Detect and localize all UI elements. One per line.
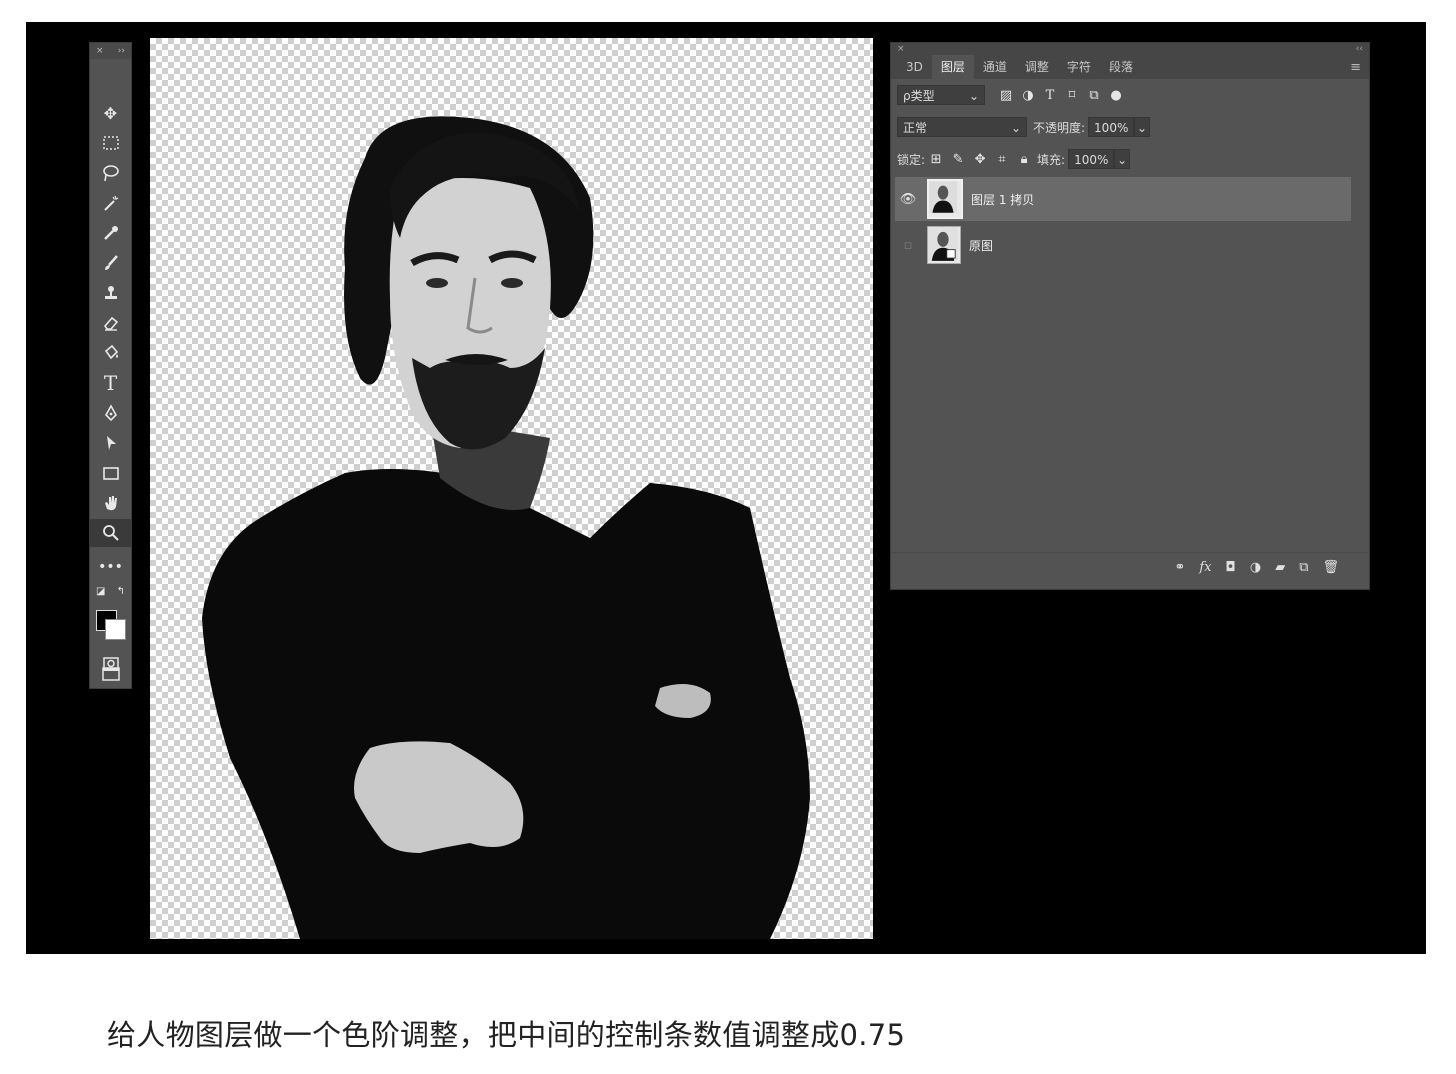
visibility-eye-icon[interactable]: 👁︎ <box>895 192 921 207</box>
layer-row[interactable]: ▫ 原图 <box>895 223 1351 267</box>
adjustment-icon[interactable]: ◑ <box>1250 560 1261 575</box>
filter-kind-label: ρ类型 <box>903 89 935 103</box>
opacity-label: 不透明度: <box>1033 120 1086 135</box>
eraser-icon[interactable] <box>90 309 131 337</box>
tab-3d[interactable]: 3D <box>897 55 932 79</box>
shape-filter-icon[interactable]: ⌑ <box>1061 88 1083 103</box>
tools-panel: × ›› ✥ T ••• ◪ ↰ <box>89 42 132 689</box>
visibility-hidden-icon[interactable]: ▫ <box>895 238 921 253</box>
tools-panel-header: × ›› <box>90 43 131 59</box>
more-icon[interactable]: ••• <box>90 553 131 581</box>
chevron-down-icon: ⌄ <box>968 89 979 103</box>
new-layer-icon[interactable]: ⧉ <box>1299 560 1308 575</box>
fill-field[interactable]: 100% <box>1068 149 1115 169</box>
eyedropper-icon[interactable] <box>90 219 131 247</box>
document-canvas[interactable] <box>150 38 873 939</box>
stamp-icon[interactable] <box>90 279 131 307</box>
photoshop-screenshot: × ›› ✥ T ••• ◪ ↰ × ‹‹ 3D 图层 通道 调整 字符 段落 … <box>26 22 1426 954</box>
layer-thumbnail <box>927 179 963 219</box>
layers-panel-header: × ‹‹ <box>891 43 1369 55</box>
image-filter-icon[interactable]: ▨ <box>995 88 1017 103</box>
type-filter-icon[interactable]: T <box>1039 88 1061 103</box>
layer-name[interactable]: 原图 <box>969 237 993 254</box>
filter-kind-select[interactable]: ρ类型 ⌄ <box>897 85 985 105</box>
panel-menu-icon[interactable]: ≡ <box>1350 60 1361 75</box>
lock-label: 锁定: <box>897 152 926 167</box>
lock-transparent-icon[interactable]: ⊞ <box>925 152 947 167</box>
move-icon[interactable]: ✥ <box>90 99 131 127</box>
swap-colors-icon[interactable]: ◪ ↰ <box>90 583 131 599</box>
tab-channels[interactable]: 通道 <box>974 55 1016 79</box>
folder-icon[interactable]: ▰ <box>1275 560 1285 575</box>
caption-text: 给人物图层做一个色阶调整，把中间的控制条数值调整成0.75 <box>107 1018 906 1052</box>
layer-name[interactable]: 图层 1 拷贝 <box>971 191 1034 208</box>
tab-paragraph[interactable]: 段落 <box>1100 55 1142 79</box>
opacity-dropdown-icon[interactable]: ⌄ <box>1134 117 1151 137</box>
lock-all-icon[interactable]: 🔒︎ <box>1013 152 1035 167</box>
lock-position-icon[interactable]: ✥ <box>969 152 991 167</box>
blend-row: 正常 ⌄ 不透明度: 100% ⌄ <box>891 111 1369 143</box>
link-icon[interactable]: ⚭ <box>1174 560 1185 575</box>
rectangle-icon[interactable] <box>90 459 131 487</box>
portrait-image <box>202 116 810 939</box>
magic-wand-icon[interactable] <box>90 189 131 217</box>
filter-row: ρ类型 ⌄ ▨ ◑ T ⌑ ⧉ ● <box>891 79 1369 111</box>
tools-close-button[interactable]: × <box>96 46 104 56</box>
trash-icon[interactable]: 🗑︎ <box>1322 560 1339 575</box>
lasso-icon[interactable] <box>90 159 131 187</box>
layers-footer: ⚭ fx ◘ ◑ ▰ ⧉ 🗑︎ <box>891 552 1369 581</box>
fill-dropdown-icon[interactable]: ⌄ <box>1114 149 1131 169</box>
layers-collapse-button[interactable]: ‹‹ <box>1356 44 1363 54</box>
opacity-field[interactable]: 100% <box>1088 117 1135 137</box>
brush-icon[interactable] <box>90 249 131 277</box>
fx-icon[interactable]: fx <box>1199 560 1211 575</box>
tab-adjustments[interactable]: 调整 <box>1016 55 1058 79</box>
type-icon[interactable]: T <box>90 369 131 397</box>
filter-toggle-icon[interactable]: ● <box>1105 88 1127 103</box>
paint-bucket-icon[interactable] <box>90 339 131 367</box>
marquee-icon[interactable] <box>90 129 131 157</box>
layer-thumbnail <box>927 226 961 264</box>
zoom-icon[interactable] <box>90 519 131 547</box>
lock-artboard-icon[interactable]: ⌗ <box>991 152 1013 167</box>
screen-mode-icon-2[interactable] <box>89 660 132 688</box>
lock-row: 锁定: ⊞ ✎ ✥ ⌗ 🔒︎ 填充: 100% ⌄ <box>891 143 1369 175</box>
panel-tabs: 3D 图层 通道 调整 字符 段落 ≡ <box>891 55 1369 79</box>
blend-mode-value: 正常 <box>903 121 928 135</box>
mask-icon[interactable]: ◘ <box>1226 560 1236 575</box>
adjustment-filter-icon[interactable]: ◑ <box>1017 88 1039 103</box>
tab-character[interactable]: 字符 <box>1058 55 1100 79</box>
blend-mode-select[interactable]: 正常 ⌄ <box>897 117 1027 137</box>
layer-row[interactable]: 👁︎ 图层 1 拷贝 <box>895 177 1351 221</box>
chevron-down-icon: ⌄ <box>1010 121 1021 135</box>
layers-panel: × ‹‹ 3D 图层 通道 调整 字符 段落 ≡ ρ类型 ⌄ ▨ ◑ T ⌑ ⧉… <box>890 42 1370 590</box>
tab-layers[interactable]: 图层 <box>931 55 974 79</box>
path-select-icon[interactable] <box>90 429 131 457</box>
fill-label: 填充: <box>1037 152 1066 167</box>
smart-object-filter-icon[interactable]: ⧉ <box>1083 88 1105 103</box>
layers-close-button[interactable]: × <box>897 44 905 54</box>
lock-image-icon[interactable]: ✎ <box>947 152 969 167</box>
hand-icon[interactable] <box>90 489 131 517</box>
pen-icon[interactable] <box>90 399 131 427</box>
tools-collapse-button[interactable]: ›› <box>118 46 125 56</box>
background-color-swatch[interactable] <box>105 619 126 640</box>
